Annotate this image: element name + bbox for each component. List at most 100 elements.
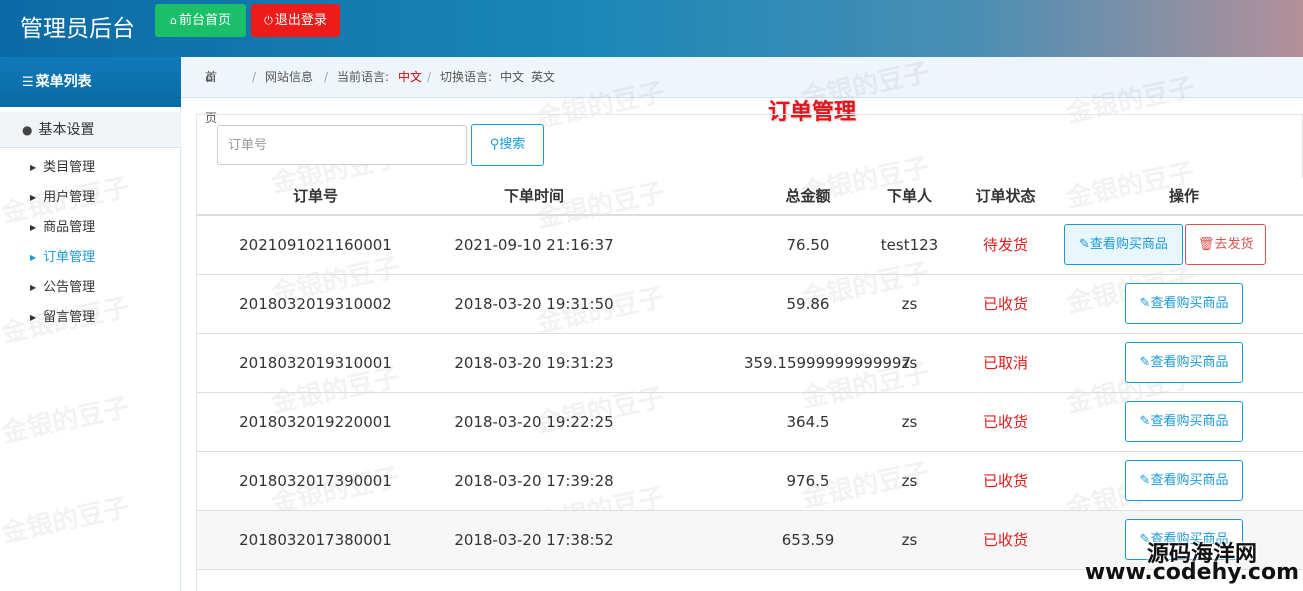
order-actions-cell: ✎查看购买商品 — [1064, 333, 1303, 393]
home-button-label: 前台首页 — [178, 13, 231, 28]
sidebar-group-basic-settings[interactable]: ● 基本设置 — [0, 112, 181, 148]
ship-order-button[interactable]: 🗑去发货 — [1184, 224, 1267, 266]
caret-right-icon: ▶ — [30, 313, 37, 322]
order-time-cell: 2018-03-20 19:31:23 — [434, 333, 634, 393]
caret-right-icon: ▶ — [30, 193, 37, 202]
sidebar: ☰ 菜单列表 ● 基本设置 ▶ 类目管理 ▶ 用户管理 ▶ 商品管理 ▶ 订单管理 ▶ 公告管… — [0, 57, 181, 591]
search-button[interactable]: ⚲搜索 — [471, 124, 544, 166]
search-button-label: 搜索 — [499, 137, 526, 152]
order-id-cell: 2021091021160001 — [197, 215, 434, 275]
view-products-button[interactable]: ✎查看购买商品 — [1124, 401, 1244, 442]
order-time-cell: 2018-03-20 19:31:50 — [434, 274, 634, 334]
table-row: 2018032017390001 2018-03-20 17:39:28 976… — [197, 451, 1303, 511]
column-header: 操作 — [1064, 177, 1303, 216]
sidebar-item-label: 留言管理 — [43, 310, 96, 325]
list-icon: ☰ — [22, 75, 34, 90]
group-title: 基本设置 — [38, 122, 95, 138]
order-user-cell: zs — [872, 510, 947, 570]
sidebar-item-label: 公告管理 — [43, 280, 96, 295]
caret-right-icon: ▶ — [30, 283, 37, 292]
edit-icon: ✎ — [1139, 473, 1151, 488]
breadcrumb: ⌂ 首页 / 网站信息 / 当前语言: 中文 / 切换语言: 中文 英文 — [181, 57, 1303, 125]
breadcrumb-separator: / — [252, 70, 257, 84]
table-header-row: 订单号 下单时间 总金额 下单人 订单状态 操作 — [197, 177, 1303, 216]
order-user-cell: zs — [872, 274, 947, 334]
logout-button[interactable]: ⏻ 退出登录 — [251, 4, 340, 37]
sidebar-item-users[interactable]: ▶ 用户管理 — [30, 188, 95, 208]
column-header: 下单人 — [872, 177, 947, 216]
order-actions-cell: ✎查看购买商品 — [1064, 392, 1303, 452]
order-amount-cell: 364.5 — [634, 392, 872, 452]
edit-icon: ✎ — [1139, 414, 1151, 429]
table-row: 2021091021160001 2021-09-10 21:16:37 76.… — [197, 215, 1303, 275]
order-id-cell: 2018032017380001 — [197, 510, 434, 570]
order-user-cell: zs — [872, 392, 947, 452]
order-actions-cell: ✎查看购买商品 — [1064, 451, 1303, 511]
breadcrumb-site-info[interactable]: 网站信息 — [265, 57, 313, 98]
order-id-cell: 2018032017390001 — [197, 451, 434, 511]
edit-icon: ✎ — [1139, 296, 1151, 311]
order-amount-cell: 76.50 — [634, 215, 872, 275]
sidebar-item-notices[interactable]: ▶ 公告管理 — [30, 278, 95, 298]
sidebar-item-orders[interactable]: ▶ 订单管理 — [30, 248, 95, 268]
order-status-cell: 已收货 — [947, 274, 1064, 334]
order-time-cell: 2021-09-10 21:16:37 — [434, 215, 634, 275]
switch-language-label: 切换语言: — [440, 70, 493, 84]
order-user-cell: test123 — [872, 215, 947, 275]
lang-option-english[interactable]: 英文 — [531, 57, 555, 98]
column-header: 订单状态 — [947, 177, 1064, 216]
lang-option-chinese[interactable]: 中文 — [500, 57, 524, 98]
order-actions-cell: ✎查看购买商品 🗑去发货 — [1064, 215, 1303, 275]
order-id-cell: 2018032019310001 — [197, 333, 434, 393]
edit-icon: ✎ — [1139, 355, 1151, 370]
user-icon: ● — [22, 123, 33, 137]
order-number-search-input[interactable] — [217, 125, 467, 165]
sidebar-item-label: 用户管理 — [43, 190, 96, 205]
table-row: 2018032019310002 2018-03-20 19:31:50 59.… — [197, 274, 1303, 334]
view-products-button[interactable]: ✎查看购买商品 — [1124, 460, 1244, 501]
trash-icon: 🗑 — [1197, 237, 1215, 253]
order-time-cell: 2018-03-20 19:22:25 — [434, 392, 634, 452]
order-status-cell: 待发货 — [947, 215, 1064, 275]
menu-list-header: ☰ 菜单列表 — [0, 57, 181, 107]
order-amount-cell: 976.5 — [634, 451, 872, 511]
order-status-cell: 已收货 — [947, 392, 1064, 452]
caret-right-icon: ▶ — [30, 223, 37, 232]
order-status-cell: 已取消 — [947, 333, 1064, 393]
breadcrumb-separator: / — [324, 70, 329, 84]
site-watermark-logo: 源码海洋网 www.codehy.com — [1085, 532, 1303, 591]
order-status-cell: 已收货 — [947, 451, 1064, 511]
order-id-cell: 2018032019310002 — [197, 274, 434, 334]
sidebar-item-category[interactable]: ▶ 类目管理 — [30, 158, 95, 178]
sidebar-item-label: 类目管理 — [43, 160, 96, 175]
view-products-button[interactable]: ✎查看购买商品 — [1124, 342, 1244, 383]
caret-right-icon: ▶ — [30, 253, 37, 262]
sidebar-item-label: 订单管理 — [43, 250, 96, 265]
sidebar-item-messages[interactable]: ▶ 留言管理 — [30, 308, 95, 328]
order-id-cell: 2018032019220001 — [197, 392, 434, 452]
view-products-button[interactable]: ✎查看购买商品 — [1124, 283, 1244, 324]
order-time-cell: 2018-03-20 17:38:52 — [434, 510, 634, 570]
order-actions-cell: ✎查看购买商品 — [1064, 274, 1303, 334]
current-language-value: 中文 — [398, 70, 423, 84]
sidebar-item-label: 商品管理 — [43, 220, 96, 235]
home-icon: ⌂ — [170, 14, 177, 27]
table-row: 2018032019220001 2018-03-20 19:22:25 364… — [197, 392, 1303, 452]
order-amount-cell: 359.15999999999997 — [634, 333, 911, 393]
order-status-cell: 已收货 — [947, 510, 1064, 570]
order-amount-cell: 653.59 — [634, 510, 872, 570]
logout-button-label: 退出登录 — [274, 13, 327, 28]
order-time-cell: 2018-03-20 17:39:28 — [434, 451, 634, 511]
logo-line-2: www.codehy.com — [1084, 560, 1299, 585]
caret-right-icon: ▶ — [30, 163, 37, 172]
menu-list-title: 菜单列表 — [35, 74, 92, 90]
table-row: 2018032019310001 2018-03-20 19:31:23 359… — [197, 333, 1303, 393]
top-header: 管理员后台 ⌂ 前台首页 ⏻ 退出登录 — [0, 0, 1303, 57]
view-products-button[interactable]: ✎查看购买商品 — [1064, 224, 1183, 266]
order-user-cell: zs — [872, 451, 947, 511]
order-amount-cell: 59.86 — [634, 274, 872, 334]
home-button[interactable]: ⌂ 前台首页 — [155, 4, 246, 37]
sidebar-item-products[interactable]: ▶ 商品管理 — [30, 218, 95, 238]
column-header: 订单号 — [197, 177, 434, 216]
edit-icon: ✎ — [1079, 237, 1090, 253]
